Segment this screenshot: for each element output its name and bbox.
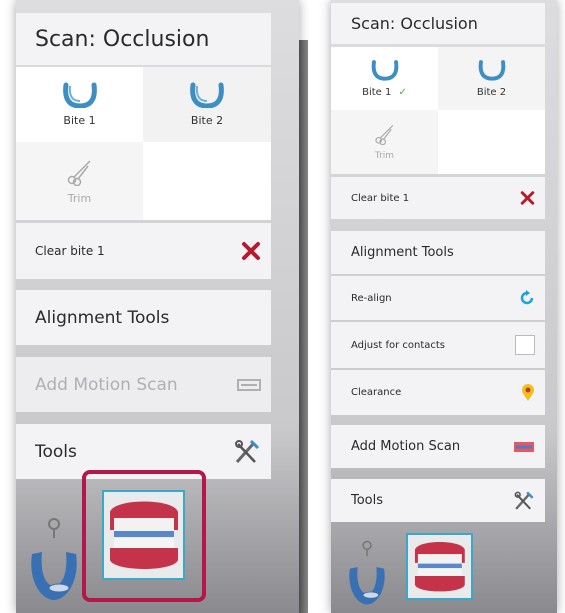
bite2-label: Bite 2 (190, 114, 224, 127)
bite1-tile[interactable]: Bite 1 ✓ (331, 47, 438, 110)
panel-title: Scan: Occlusion (35, 26, 210, 52)
arch-model-thumbnail[interactable] (343, 536, 391, 606)
clear-bite-label: Clear bite 1 (351, 192, 410, 204)
location-pin-icon (521, 383, 535, 402)
bite1-tile[interactable]: Bite 1 (16, 67, 143, 142)
panel-header: Scan: Occlusion (16, 13, 271, 65)
bite2-tile[interactable]: Bite 2 (143, 67, 271, 142)
checkmark-icon: ✓ (398, 87, 407, 98)
motion-scan-icon (513, 441, 535, 453)
alignment-tools-row[interactable]: Alignment Tools (331, 231, 545, 274)
upper-arch-icon (478, 60, 505, 81)
scissors-icon (67, 159, 91, 186)
tools-row[interactable]: Tools (331, 479, 545, 522)
upper-arch-icon (371, 60, 398, 81)
close-x-icon[interactable] (520, 191, 535, 206)
trim-tile[interactable]: Trim (16, 142, 143, 220)
add-motion-scan-label: Add Motion Scan (35, 374, 178, 395)
panel-header: Scan: Occlusion (331, 3, 545, 44)
upper-arch-icon (62, 82, 97, 108)
tools-label: Tools (351, 493, 384, 508)
refresh-icon (519, 290, 535, 306)
realign-label: Re-align (351, 292, 392, 304)
occlusion-panel-zoomed: Scan: Occlusion Bite 1 Bite 2 Trim Clear… (16, 0, 299, 613)
upper-arch-icon (190, 82, 224, 108)
trim-tile[interactable]: Trim (331, 110, 438, 174)
alignment-tools-label: Alignment Tools (35, 307, 170, 328)
add-motion-scan-row[interactable]: Add Motion Scan (331, 425, 545, 468)
clearance-label: Clearance (351, 387, 402, 398)
occlusion-panel: Scan: Occlusion Bite 1 ✓ Bite 2 Trim Cle… (331, 0, 557, 613)
clear-bite-label: Clear bite 1 (35, 244, 105, 258)
empty-tile (143, 142, 271, 220)
clear-bite-row[interactable]: Clear bite 1 (331, 177, 545, 219)
bite2-tile[interactable]: Bite 2 (438, 47, 545, 110)
panel-title: Scan: Occlusion (351, 14, 478, 33)
adjust-contacts-row[interactable]: Adjust for contacts (331, 322, 545, 368)
adjust-contacts-label: Adjust for contacts (351, 339, 445, 351)
occlusion-model-thumbnail[interactable] (406, 533, 473, 600)
clearance-row[interactable]: Clearance (331, 370, 545, 415)
tools-icon (233, 438, 261, 466)
occlusion-model-thumbnail[interactable] (102, 490, 185, 580)
empty-tile (438, 110, 545, 174)
clear-bite-row[interactable]: Clear bite 1 (16, 223, 271, 279)
scissors-icon (374, 124, 393, 145)
close-x-icon[interactable] (241, 241, 261, 261)
add-motion-scan-label: Add Motion Scan (351, 439, 461, 454)
bite1-label: Bite 1 (362, 87, 392, 98)
tools-label: Tools (35, 441, 77, 462)
trim-label: Trim (374, 151, 395, 161)
bite1-label: Bite 1 (63, 114, 96, 127)
realign-row[interactable]: Re-align (331, 276, 545, 320)
add-motion-scan-row[interactable]: Add Motion Scan (16, 357, 271, 412)
motion-scan-icon (237, 378, 261, 392)
trim-label: Trim (67, 191, 92, 205)
arch-model-thumbnail[interactable] (24, 512, 84, 602)
alignment-tools-label: Alignment Tools (351, 245, 454, 260)
alignment-tools-row[interactable]: Alignment Tools (16, 290, 271, 345)
tools-icon (513, 490, 535, 512)
bite2-label: Bite 2 (476, 87, 507, 98)
adjust-contacts-checkbox[interactable] (515, 335, 535, 355)
